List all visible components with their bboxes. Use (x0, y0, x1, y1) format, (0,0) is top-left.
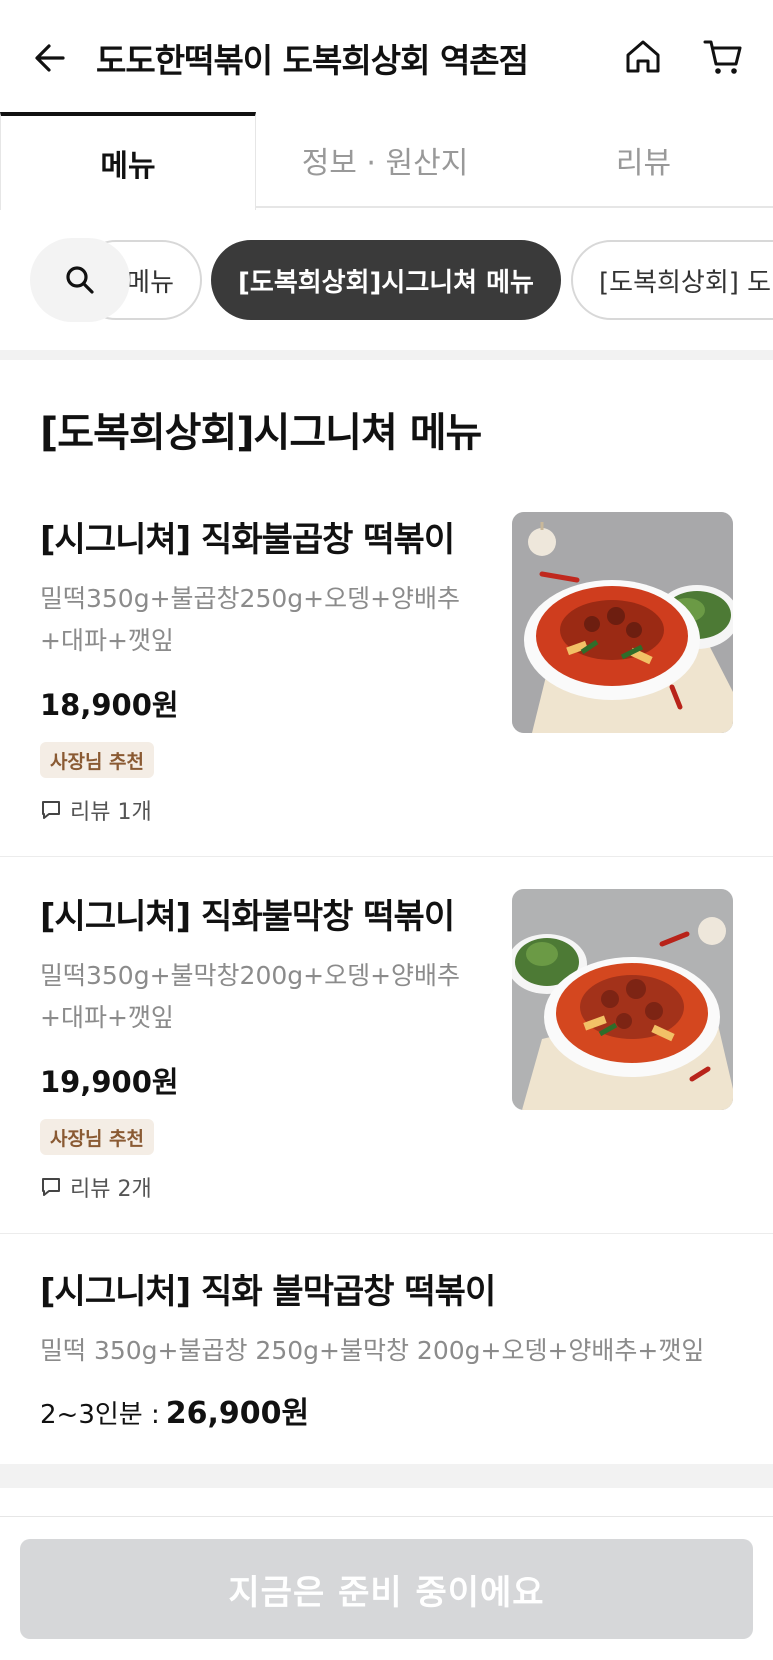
menu-item-description: 밀떡 350g+불곱창 250g+불막창 200g+오뎅+양배추+깻잎 (40, 1336, 705, 1365)
menu-item-price-line: 2~3인분 : 26,900원 (40, 1388, 309, 1432)
cart-icon[interactable] (699, 34, 747, 80)
tab-reviews[interactable]: 리뷰 (514, 112, 773, 208)
menu-item-reviews: 리뷰 1개 (40, 794, 152, 826)
category-chip-label: [도복희상회] 도... (599, 267, 773, 298)
category-chip-label: 메뉴 (126, 267, 174, 298)
category-chip-bar: 메뉴 [도복희상회]시그니쳐 메뉴 [도복희상회] 도... (0, 222, 773, 326)
back-arrow-icon[interactable] (28, 36, 72, 80)
category-chip-label: [도복희상회]시그니쳐 메뉴 (238, 267, 534, 298)
menu-item-description: 밀떡350g+불막창200g+오뎅+양배추+대파+깻잎 (40, 961, 461, 1032)
bottom-action-bar: 지금은 준비 중이에요 (0, 1516, 773, 1660)
store-title: 도도한떡볶이 도복희상회 역촌점 (96, 41, 529, 80)
review-count: 리뷰 2개 (70, 1177, 152, 1202)
tab-menu[interactable]: 메뉴 (0, 112, 256, 210)
menu-item-price: 19,900원 (40, 1065, 179, 1099)
menu-item-reviews: 리뷰 2개 (40, 1171, 152, 1203)
home-icon[interactable] (620, 34, 666, 80)
category-chip-signature[interactable]: [도복희상회]시그니쳐 메뉴 (211, 240, 561, 320)
menu-item-name: [시그니처] 직화 불막곱창 떡볶이 (40, 1272, 496, 1312)
category-chip-dobokhee[interactable]: [도복희상회] 도... (571, 240, 773, 320)
menu-item[interactable]: [시그니쳐] 직화불막창 떡볶이 밀떡350g+불막창200g+오뎅+양배추+대… (0, 857, 773, 1233)
menu-item-photo (512, 512, 733, 733)
store-tabs: 메뉴 정보 · 원산지 리뷰 (0, 112, 773, 210)
tab-info-origin[interactable]: 정보 · 원산지 (256, 112, 514, 208)
section-title: [도복희상회]시그니쳐 메뉴 (40, 410, 482, 456)
menu-item[interactable]: [시그니쳐] 직화불곱창 떡볶이 밀떡350g+불곱창250g+오뎅+양배추+대… (0, 480, 773, 856)
menu-item-name: [시그니쳐] 직화불곱창 떡볶이 (40, 520, 455, 560)
search-icon (66, 266, 94, 294)
speech-bubble-icon (42, 1178, 60, 1196)
section-separator (0, 1464, 773, 1488)
menu-item-description: 밀떡350g+불곱창250g+오뎅+양배추+대파+깻잎 (40, 584, 461, 655)
speech-bubble-icon (42, 801, 60, 819)
menu-item-price: 26,900원 (165, 1396, 310, 1431)
order-button-disabled[interactable]: 지금은 준비 중이에요 (20, 1539, 753, 1639)
top-app-bar: 도도한떡볶이 도복희상회 역촌점 (0, 0, 773, 112)
review-count: 리뷰 1개 (70, 800, 152, 825)
menu-item[interactable]: [시그니처] 직화 불막곱창 떡볶이 밀떡 350g+불곱창 250g+불막창 … (0, 1234, 773, 1462)
menu-item-name: [시그니쳐] 직화불막창 떡볶이 (40, 897, 455, 937)
owner-recommend-badge: 사장님 추천 (40, 742, 155, 778)
serving-size-label: 2~3인분 : (40, 1400, 160, 1430)
menu-search-button[interactable] (30, 238, 130, 322)
owner-recommend-badge: 사장님 추천 (40, 1119, 155, 1155)
menu-item-price: 18,900원 (40, 688, 179, 722)
section-separator (0, 350, 773, 360)
menu-item-photo (512, 889, 733, 1110)
